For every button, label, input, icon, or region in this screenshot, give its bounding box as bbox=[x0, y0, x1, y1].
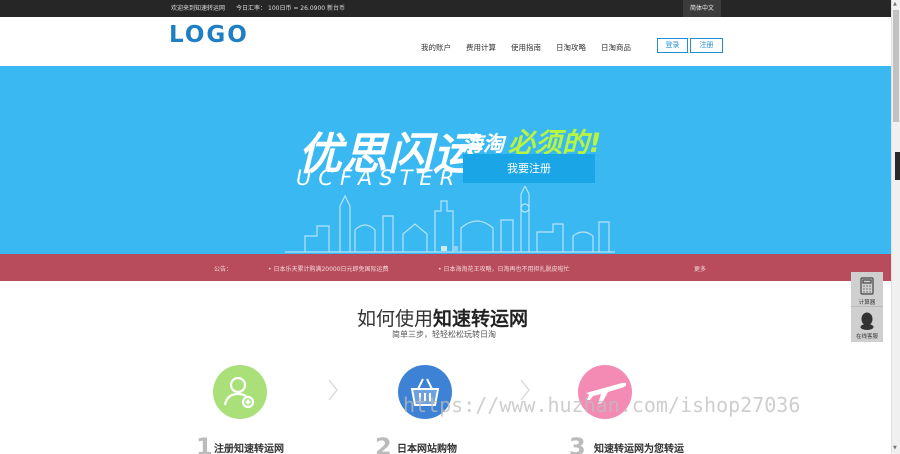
customer-service-icon bbox=[860, 312, 874, 330]
section-title-bold: 知速转运网 bbox=[433, 308, 529, 330]
hero-banner[interactable]: 优思闪运 UCFASTER 海淘 必须的! 我要注册 bbox=[0, 66, 891, 254]
nav-item-guide[interactable]: 使用指南 bbox=[511, 42, 541, 53]
carousel-dots bbox=[441, 246, 458, 251]
register-button[interactable]: 注册 bbox=[690, 38, 723, 53]
step-1-circle bbox=[213, 365, 267, 419]
notice-bar: 公告： • 日本乐天累计购满20000日元即免国际运费 • 日本海淘花王攻略，日… bbox=[0, 254, 891, 281]
calculator-label: 计算器 bbox=[858, 300, 876, 306]
scroll-up-icon[interactable]: ▲ bbox=[893, 1, 897, 7]
scrollbar-thumb[interactable] bbox=[893, 10, 899, 122]
step-label: 知速转运网为您转运 bbox=[594, 444, 684, 454]
carousel-dot-1[interactable] bbox=[441, 246, 447, 251]
notice-item[interactable]: • 日本海淘花王攻略，日淘再也不用担扎脱皮啦忙 bbox=[438, 264, 569, 273]
page: 欢迎来到知速转运网 今日汇率： 100日币 = 26.0900 新台币 简体中文… bbox=[0, 0, 900, 454]
watermark-text: https://www.huzhan.com/ishop27036 bbox=[403, 393, 801, 417]
notice-more-link[interactable]: 更多 bbox=[694, 264, 706, 273]
welcome-text: 欢迎来到知速转运网 bbox=[171, 5, 226, 12]
customer-service-tool[interactable]: 在线客服 bbox=[851, 306, 883, 342]
user-add-icon bbox=[223, 376, 255, 409]
notice-item[interactable]: • 日本乐天累计购满20000日元即免国际运费 bbox=[268, 264, 389, 273]
section-title: 如何使用知速转运网 bbox=[357, 304, 528, 331]
step-number: 2 bbox=[375, 433, 392, 454]
top-bar: 欢迎来到知速转运网 今日汇率： 100日币 = 26.0900 新台币 简体中文 bbox=[0, 0, 891, 17]
site-logo[interactable]: LOGO bbox=[169, 22, 249, 48]
exchange-rate-value: 100日币 = 26.0900 新台币 bbox=[268, 5, 346, 12]
section-subtitle: 简单三步，轻轻松松玩转日淘 bbox=[392, 330, 496, 339]
nav-item-fee-calculator[interactable]: 费用计算 bbox=[466, 42, 496, 53]
brand-name-en: UCFASTER bbox=[296, 166, 462, 190]
register-cta-button[interactable]: 我要注册 bbox=[463, 154, 595, 183]
city-skyline-illustration bbox=[285, 186, 615, 253]
customer-service-label: 在线客服 bbox=[855, 334, 878, 340]
step-arrow-icon bbox=[328, 379, 338, 401]
vertical-scrollbar[interactable]: ▲ ▼ bbox=[891, 0, 900, 454]
main-nav: 我的账户 费用计算 使用指南 日淘攻略 日淘商品 bbox=[421, 42, 631, 53]
carousel-dot-2[interactable] bbox=[452, 246, 458, 251]
nav-item-strategy[interactable]: 日淘攻略 bbox=[556, 42, 586, 53]
section-title-plain: 如何使用 bbox=[357, 308, 434, 330]
step-label: 注册知速转运网 bbox=[214, 444, 284, 454]
language-selector[interactable]: 简体中文 bbox=[683, 0, 721, 17]
calculator-tool[interactable]: 计算器 bbox=[851, 272, 883, 308]
step-number: 1 bbox=[196, 433, 213, 454]
nav-item-products[interactable]: 日淘商品 bbox=[601, 42, 631, 53]
login-button[interactable]: 登录 bbox=[657, 38, 688, 53]
step-number: 3 bbox=[569, 433, 586, 454]
step-label: 日本网站购物 bbox=[397, 444, 457, 454]
nav-item-account[interactable]: 我的账户 bbox=[421, 42, 451, 53]
calculator-icon bbox=[860, 277, 874, 295]
exchange-rate-label: 今日汇率： bbox=[236, 5, 267, 12]
scroll-down-icon[interactable]: ▼ bbox=[893, 445, 897, 451]
side-feedback-tab[interactable] bbox=[895, 152, 900, 180]
notice-label: 公告： bbox=[214, 266, 233, 273]
